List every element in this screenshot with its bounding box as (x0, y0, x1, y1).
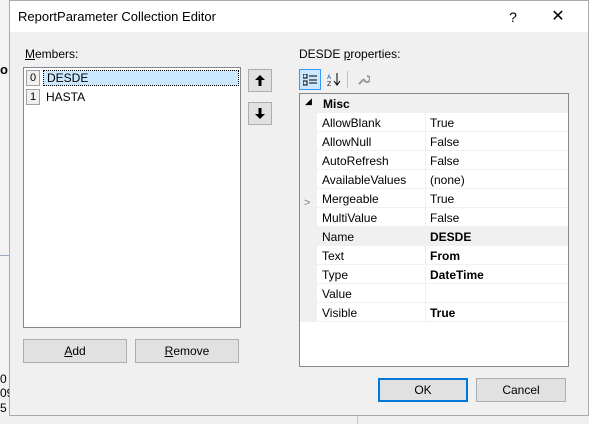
collapse-icon[interactable]: ◢ (305, 96, 312, 107)
column-divider (425, 113, 426, 132)
alphabetical-view-button[interactable]: A Z (323, 69, 345, 90)
property-row-text[interactable]: Text From (317, 246, 568, 265)
member-name: HASTA (46, 90, 86, 104)
svg-text:A: A (327, 74, 332, 81)
toolbar-separator (347, 71, 348, 88)
dialog-title: ReportParameter Collection Editor (18, 9, 216, 24)
background-text-fragment: 5 (0, 401, 7, 415)
background-text-fragment: o (0, 62, 8, 77)
move-down-button[interactable] (248, 102, 272, 125)
property-row-allowblank[interactable]: AllowBlank True (317, 113, 568, 132)
column-divider (425, 151, 426, 170)
property-name: Visible (322, 306, 358, 320)
wrench-icon (358, 75, 371, 85)
members-list[interactable]: 0 DESDE 1 HASTA (23, 67, 241, 328)
property-name: AvailableValues (322, 173, 407, 187)
member-index: 1 (26, 89, 40, 105)
remove-button[interactable]: Remove (135, 339, 239, 363)
property-value[interactable]: False (430, 154, 459, 168)
property-row-type[interactable]: Type DateTime (317, 265, 568, 284)
property-value[interactable]: True (430, 306, 455, 320)
arrow-down-icon (255, 108, 265, 119)
property-value[interactable]: True (430, 192, 454, 206)
add-button[interactable]: Add (23, 339, 127, 363)
move-up-button[interactable] (248, 69, 272, 92)
column-divider (425, 132, 426, 151)
background-divider (0, 255, 9, 256)
arrow-up-icon (255, 75, 265, 86)
property-name: AutoRefresh (322, 154, 389, 168)
background-window-bottom (0, 416, 589, 424)
property-row-mergeable[interactable]: Mergeable True (317, 189, 568, 208)
help-button[interactable]: ? (502, 6, 524, 28)
property-value[interactable]: True (430, 116, 454, 130)
cancel-button[interactable]: Cancel (476, 378, 566, 402)
member-name: DESDE (43, 70, 239, 86)
property-row-autorefresh[interactable]: AutoRefresh False (317, 151, 568, 170)
grid-gutter: > (300, 113, 317, 322)
property-name: Mergeable (322, 192, 379, 206)
ok-button[interactable]: OK (378, 378, 468, 402)
property-value[interactable]: False (430, 211, 459, 225)
property-value[interactable]: From (430, 249, 460, 263)
category-misc[interactable]: ◢ Misc (300, 94, 568, 113)
member-item-desde[interactable]: 0 DESDE (25, 69, 239, 87)
background-window: o 0 09 5 (0, 0, 13, 424)
collection-editor-dialog: ReportParameter Collection Editor ? ✕ Me… (9, 0, 589, 416)
property-row-multivalue[interactable]: MultiValue False (317, 208, 568, 227)
property-value[interactable]: DESDE (430, 230, 471, 244)
column-divider (425, 208, 426, 227)
title-bar: ReportParameter Collection Editor ? ✕ (10, 1, 588, 32)
property-row-allownull[interactable]: AllowNull False (317, 132, 568, 151)
property-name: Type (322, 268, 349, 282)
property-name: MultiValue (322, 211, 378, 225)
background-text-fragment: 0 (0, 372, 7, 386)
property-value[interactable]: False (430, 135, 459, 149)
expand-chevron-icon[interactable]: > (304, 197, 310, 209)
property-name: AllowBlank (322, 116, 381, 130)
close-button[interactable]: ✕ (546, 6, 570, 28)
column-divider (425, 227, 426, 246)
property-row-availablevalues[interactable]: AvailableValues (none) (317, 170, 568, 189)
property-value[interactable]: (none) (430, 173, 465, 187)
column-divider (425, 284, 426, 303)
property-value[interactable]: DateTime (430, 268, 484, 282)
column-divider (425, 246, 426, 265)
sort-az-icon: A Z (327, 73, 341, 88)
column-divider (425, 170, 426, 189)
property-row-name[interactable]: Name DESDE (317, 227, 568, 246)
column-divider (425, 265, 426, 284)
property-row-visible[interactable]: Visible True (317, 303, 568, 322)
svg-text:Z: Z (327, 81, 331, 86)
categorized-view-button[interactable] (299, 69, 321, 90)
category-label: Misc (323, 97, 350, 111)
categorized-icon (302, 73, 317, 86)
column-divider (425, 303, 426, 322)
property-pages-button[interactable] (353, 69, 375, 90)
member-index: 0 (26, 70, 40, 86)
property-name: Name (322, 230, 355, 244)
column-divider (425, 189, 426, 208)
members-label: Members: (25, 47, 79, 61)
property-name: Text (322, 249, 345, 263)
property-row-value[interactable]: Value (317, 284, 568, 303)
property-name: Value (322, 287, 352, 301)
property-grid[interactable]: ◢ Misc > AllowBlank True AllowNull False Aut… (299, 93, 569, 367)
properties-label: DESDE properties: (299, 47, 401, 61)
property-name: AllowNull (322, 135, 372, 149)
member-item-hasta[interactable]: 1 HASTA (25, 88, 239, 106)
